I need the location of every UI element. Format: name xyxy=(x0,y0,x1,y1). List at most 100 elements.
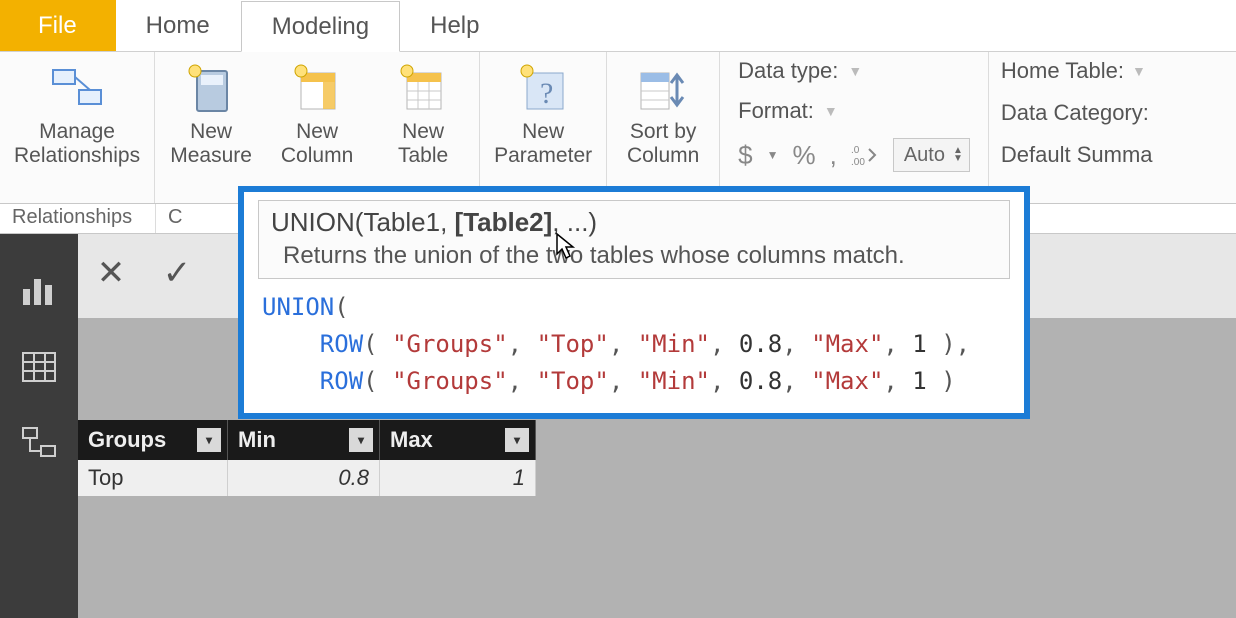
tab-file[interactable]: File xyxy=(0,0,116,51)
cell-max: 1 xyxy=(380,460,536,496)
group-properties: Home Table: ▼ Data Category: Default Sum… xyxy=(989,52,1163,203)
svg-text:.0: .0 xyxy=(851,145,860,156)
intellisense-tooltip: UNION(Table1, [Table2], ...) Returns the… xyxy=(258,200,1010,279)
relationships-icon xyxy=(49,60,105,116)
parameter-icon: ? xyxy=(517,60,569,116)
column-filter-button[interactable]: ▾ xyxy=(505,428,529,452)
new-measure-label: New Measure xyxy=(170,120,252,168)
tok-num: 1 xyxy=(912,367,926,395)
tooltip-signature: UNION(Table1, [Table2], ...) xyxy=(271,207,997,238)
tooltip-arg2-current: [Table2] xyxy=(455,207,553,237)
data-type-label: Data type: xyxy=(738,58,838,84)
sort-by-column-label: Sort by Column xyxy=(627,120,699,168)
group-sort: Sort by Column xyxy=(607,52,720,203)
formula-editor[interactable]: UNION( ROW( "Groups", "Top", "Min", 0.8,… xyxy=(244,285,1024,401)
intellisense-box: UNION(Table1, [Table2], ...) Returns the… xyxy=(238,186,1030,419)
decimal-places-spinner[interactable]: Auto ▲▼ xyxy=(893,138,970,172)
column-filter-button[interactable]: ▾ xyxy=(197,428,221,452)
tok-num: 0.8 xyxy=(739,330,782,358)
manage-relationships-label: Manage Relationships xyxy=(14,120,140,168)
sort-by-column-button[interactable]: Sort by Column xyxy=(617,58,709,170)
model-icon xyxy=(21,426,57,460)
cancel-formula-button[interactable]: ✕ xyxy=(84,246,138,300)
tab-modeling[interactable]: Modeling xyxy=(241,1,400,52)
tok-row: ROW xyxy=(320,330,363,358)
tok-str: "Max" xyxy=(811,367,883,395)
tab-help[interactable]: Help xyxy=(400,0,510,51)
view-rail xyxy=(0,234,78,618)
column-header-min[interactable]: Min ▾ xyxy=(228,420,380,460)
tok-num: 1 xyxy=(912,330,926,358)
new-parameter-label: New Parameter xyxy=(494,120,592,168)
new-measure-button[interactable]: New Measure xyxy=(165,58,257,170)
column-header-label: Max xyxy=(390,427,433,453)
format-dropdown[interactable]: Format: ▼ xyxy=(738,98,970,124)
tooltip-arg1: Table1 xyxy=(363,207,440,237)
tok-str: "Min" xyxy=(638,330,710,358)
bar-chart-icon xyxy=(21,275,57,307)
data-category-dropdown[interactable]: Data Category: xyxy=(1001,100,1153,126)
tooltip-description: Returns the union of the two tables whos… xyxy=(271,238,997,270)
home-table-label: Home Table: xyxy=(1001,58,1124,84)
thousands-button[interactable]: , xyxy=(830,140,837,171)
new-table-icon xyxy=(399,60,447,116)
column-filter-button[interactable]: ▾ xyxy=(349,428,373,452)
table-icon xyxy=(21,351,57,383)
ribbon: Manage Relationships New Measure xyxy=(0,52,1236,204)
currency-button[interactable]: $ xyxy=(738,140,752,171)
cell-groups: Top xyxy=(78,460,228,496)
tok-str: "Min" xyxy=(638,367,710,395)
chevron-down-icon: ▼ xyxy=(767,148,779,162)
chevron-down-icon: ▼ xyxy=(824,103,838,119)
chevron-down-icon: ▼ xyxy=(1132,63,1146,79)
cell-min: 0.8 xyxy=(228,460,380,496)
column-header-max[interactable]: Max ▾ xyxy=(380,420,536,460)
model-view-button[interactable] xyxy=(16,420,62,466)
table-row[interactable]: Top 0.8 1 xyxy=(78,460,536,496)
tok-num: 0.8 xyxy=(739,367,782,395)
new-column-icon xyxy=(293,60,341,116)
column-header-groups[interactable]: Groups ▾ xyxy=(78,420,228,460)
tok-str: "Top" xyxy=(537,330,609,358)
tok-str: "Top" xyxy=(537,367,609,395)
svg-text:.00: .00 xyxy=(851,157,865,167)
data-table: Groups ▾ Min ▾ Max ▾ Top 0.8 1 xyxy=(78,420,536,496)
format-label: Format: xyxy=(738,98,814,124)
home-table-dropdown[interactable]: Home Table: ▼ xyxy=(1001,58,1153,84)
decimal-places-value: Auto xyxy=(904,144,945,167)
group-label-relationships: Relationships xyxy=(0,204,156,233)
tab-home[interactable]: Home xyxy=(116,0,241,51)
tooltip-fn-name: UNION xyxy=(271,207,355,237)
commit-formula-button[interactable]: ✓ xyxy=(150,246,204,300)
column-header-label: Min xyxy=(238,427,276,453)
group-relationships: Manage Relationships xyxy=(0,52,155,203)
percent-button[interactable]: % xyxy=(792,140,815,171)
manage-relationships-button[interactable]: Manage Relationships xyxy=(10,58,144,170)
report-view-button[interactable] xyxy=(16,268,62,314)
new-column-button[interactable]: New Column xyxy=(271,58,363,170)
group-label-calculations-partial: C xyxy=(156,204,180,233)
tok-str: "Groups" xyxy=(392,330,508,358)
new-parameter-button[interactable]: ? New Parameter xyxy=(490,58,596,170)
svg-text:?: ? xyxy=(540,77,553,110)
tok-union: UNION xyxy=(262,293,334,321)
group-formatting: Data type: ▼ Format: ▼ $ ▼ % , .0.00 Aut… xyxy=(720,52,989,203)
tooltip-rest: , ...) xyxy=(552,207,597,237)
table-header-row: Groups ▾ Min ▾ Max ▾ xyxy=(78,420,536,460)
data-category-label: Data Category: xyxy=(1001,100,1149,126)
tok-str: "Max" xyxy=(811,330,883,358)
sort-icon xyxy=(635,60,691,116)
column-header-label: Groups xyxy=(88,427,166,453)
tok-row: ROW xyxy=(320,367,363,395)
new-column-label: New Column xyxy=(281,120,353,168)
decimal-button[interactable]: .0.00 xyxy=(851,143,879,167)
group-whatif: ? New Parameter xyxy=(480,52,607,203)
tok-str: "Groups" xyxy=(392,367,508,395)
calculator-icon xyxy=(187,60,235,116)
new-table-button[interactable]: New Table xyxy=(377,58,469,170)
new-table-label: New Table xyxy=(398,120,448,168)
data-view-button[interactable] xyxy=(16,344,62,390)
ribbon-tab-strip: File Home Modeling Help xyxy=(0,0,1236,52)
default-summarization-dropdown[interactable]: Default Summa xyxy=(1001,142,1153,168)
data-type-dropdown[interactable]: Data type: ▼ xyxy=(738,58,970,84)
